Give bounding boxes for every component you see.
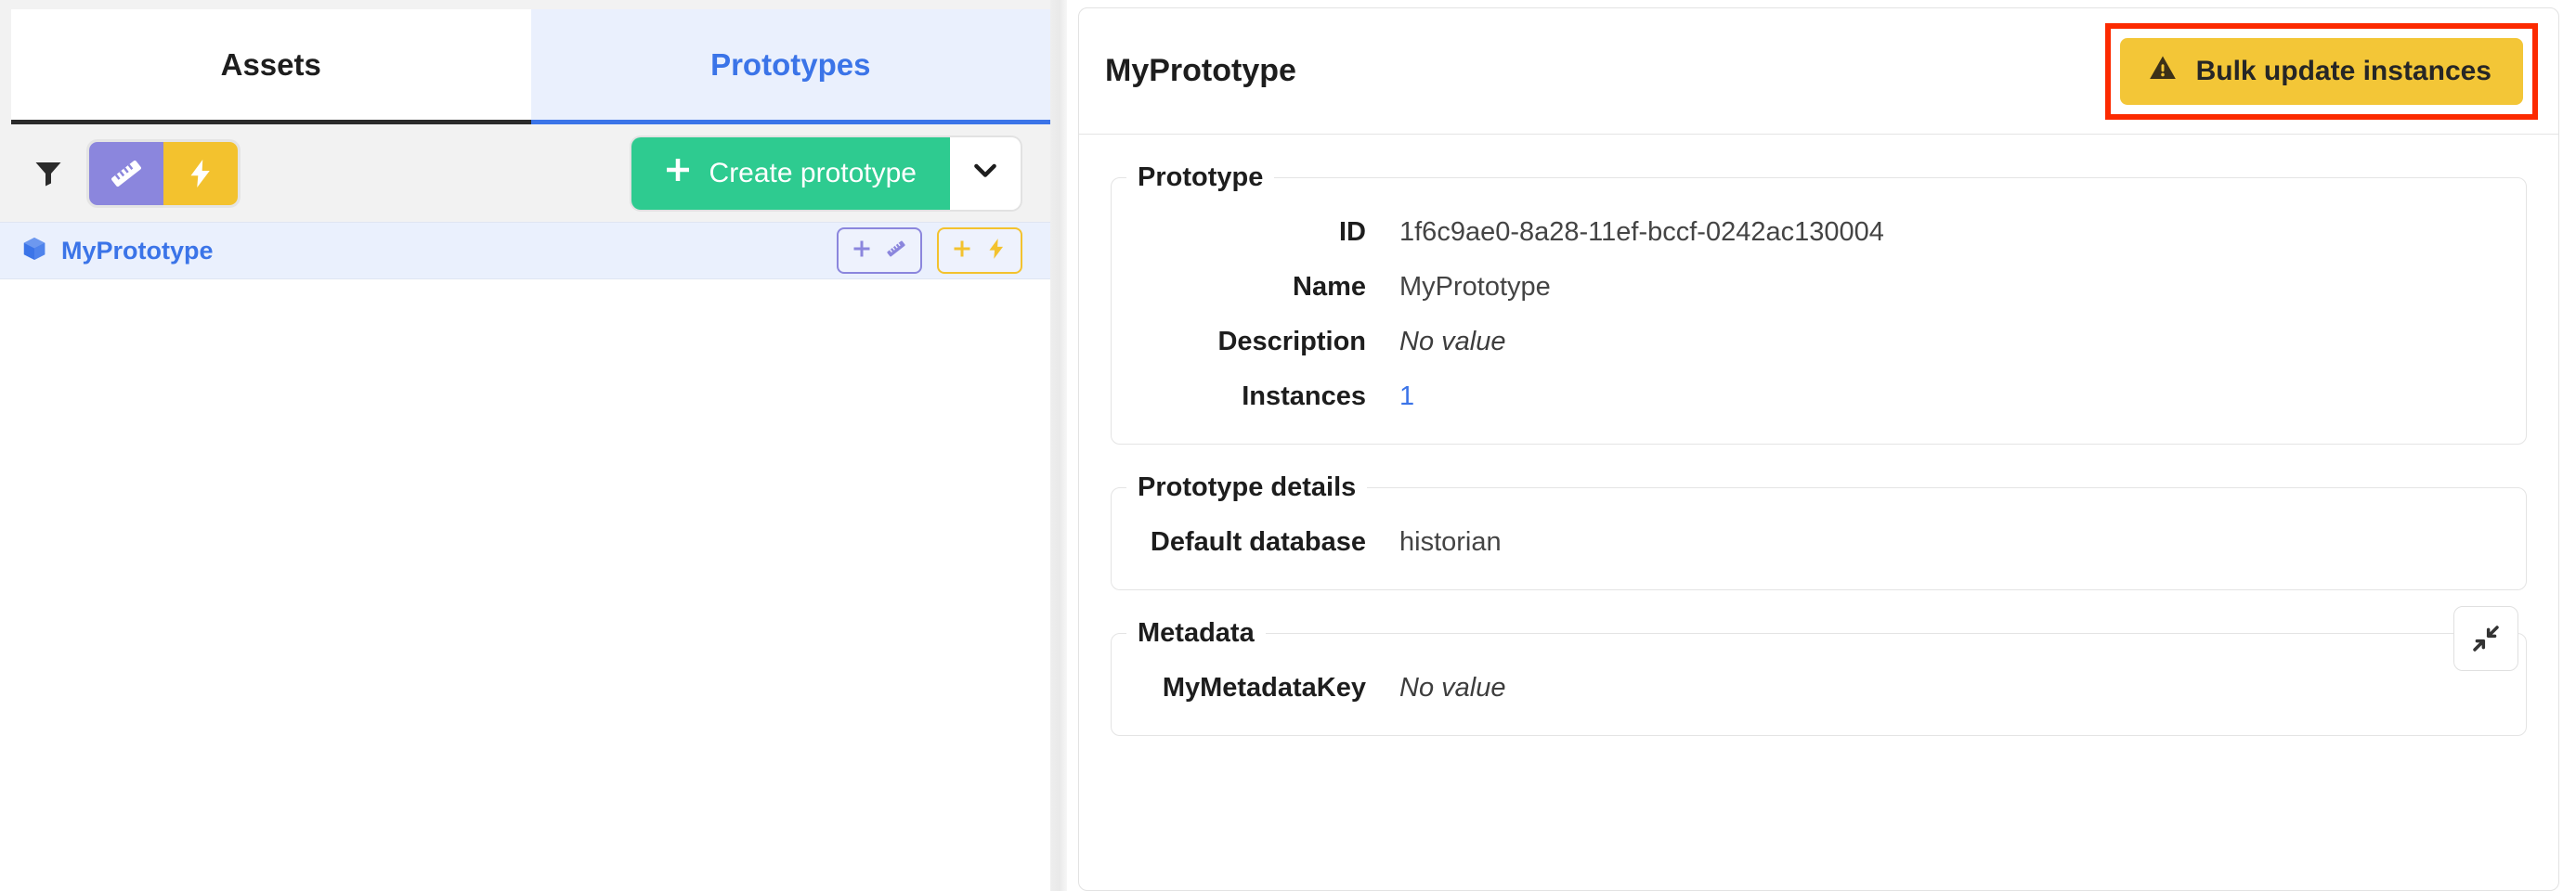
field-row-default-database: Default database historian bbox=[1112, 527, 2526, 558]
field-row-id: ID 1f6c9ae0-8a28-11ef-bccf-0242ac130004 bbox=[1112, 217, 2526, 248]
detail-body: Prototype ID 1f6c9ae0-8a28-11ef-bccf-024… bbox=[1079, 135, 2558, 890]
plus-icon bbox=[663, 155, 693, 192]
page-title: MyPrototype bbox=[1105, 53, 1296, 88]
section-prototype: Prototype ID 1f6c9ae0-8a28-11ef-bccf-024… bbox=[1111, 162, 2527, 445]
field-label-id: ID bbox=[1339, 217, 1366, 247]
tab-prototypes-label: Prototypes bbox=[710, 46, 871, 82]
list-item-actions bbox=[837, 227, 1022, 274]
field-row-name: Name MyPrototype bbox=[1112, 272, 2526, 303]
create-prototype-button[interactable]: Create prototype bbox=[631, 136, 950, 210]
field-row-instances: Instances 1 bbox=[1112, 381, 2526, 412]
ruler-icon bbox=[884, 237, 908, 265]
instances-count-link[interactable]: 1 bbox=[1399, 381, 1414, 412]
field-label-instances: Instances bbox=[1242, 381, 1366, 411]
field-row-mymetadatakey: MyMetadataKey No value bbox=[1112, 673, 2526, 704]
filter-funnel-icon[interactable] bbox=[28, 153, 69, 194]
section-metadata: Metadata MyMetadataKey No value bbox=[1111, 606, 2527, 736]
field-value-mymetadatakey: No value bbox=[1399, 673, 1506, 703]
left-toolbar: Create prototype bbox=[0, 124, 1050, 222]
field-value-default-database: historian bbox=[1399, 527, 1502, 557]
cube-icon bbox=[20, 235, 48, 267]
tab-bar: Assets Prototypes bbox=[0, 0, 1050, 124]
field-label-description: Description bbox=[1217, 327, 1366, 356]
chevron-down-icon bbox=[969, 155, 1001, 191]
toolbar-right-group: Create prototype bbox=[631, 136, 1021, 210]
tab-assets[interactable]: Assets bbox=[11, 9, 531, 124]
bulk-update-highlight: Bulk update instances bbox=[2104, 22, 2538, 120]
right-panel: MyPrototype Bulk update instances Protot… bbox=[1067, 0, 2576, 891]
bulk-update-instances-label: Bulk update instances bbox=[2195, 55, 2491, 86]
create-prototype-group: Create prototype bbox=[631, 136, 1021, 210]
lightning-bolt-icon[interactable] bbox=[163, 141, 238, 205]
field-row-description: Description No value bbox=[1112, 327, 2526, 357]
prototype-list: MyPrototype bbox=[0, 222, 1050, 891]
detail-body-spacer bbox=[1111, 764, 2527, 890]
tab-assets-label: Assets bbox=[220, 46, 321, 82]
create-prototype-dropdown-button[interactable] bbox=[950, 136, 1021, 210]
ruler-icon[interactable] bbox=[89, 141, 163, 205]
field-value-name: MyPrototype bbox=[1399, 272, 1551, 302]
prototype-detail-card: MyPrototype Bulk update instances Protot… bbox=[1078, 7, 2559, 891]
lightning-bolt-icon bbox=[984, 237, 1008, 265]
bulk-update-instances-button[interactable]: Bulk update instances bbox=[2119, 37, 2523, 105]
field-label-name: Name bbox=[1293, 272, 1366, 302]
section-prototype-details-legend: Prototype details bbox=[1138, 472, 1357, 502]
warning-triangle-icon bbox=[2148, 53, 2178, 90]
add-asset-button[interactable] bbox=[837, 227, 922, 274]
section-prototype-details: Prototype details Default database histo… bbox=[1111, 472, 2527, 590]
create-prototype-label: Create prototype bbox=[709, 157, 917, 188]
field-value-id: 1f6c9ae0-8a28-11ef-bccf-0242ac130004 bbox=[1399, 217, 1884, 247]
view-mode-segmented-control bbox=[89, 141, 238, 205]
tab-prototypes[interactable]: Prototypes bbox=[530, 9, 1050, 124]
list-item-label: MyPrototype bbox=[61, 236, 214, 265]
plus-icon bbox=[851, 238, 873, 265]
field-label-mymetadatakey: MyMetadataKey bbox=[1162, 673, 1366, 703]
panel-divider[interactable] bbox=[1050, 0, 1067, 891]
collapse-arrows-icon[interactable] bbox=[2453, 606, 2518, 671]
detail-header: MyPrototype Bulk update instances bbox=[1079, 8, 2558, 135]
field-label-default-database: Default database bbox=[1150, 527, 1366, 557]
section-prototype-legend: Prototype bbox=[1138, 162, 1264, 192]
list-item[interactable]: MyPrototype bbox=[0, 222, 1050, 279]
add-event-button[interactable] bbox=[937, 227, 1022, 274]
left-panel: Assets Prototypes Create prototype MyPro… bbox=[0, 0, 1050, 891]
app-root: Assets Prototypes Create prototype MyPro… bbox=[0, 0, 2576, 891]
field-value-description: No value bbox=[1399, 327, 1506, 356]
section-metadata-legend: Metadata bbox=[1138, 618, 1255, 648]
plus-icon bbox=[951, 238, 973, 265]
